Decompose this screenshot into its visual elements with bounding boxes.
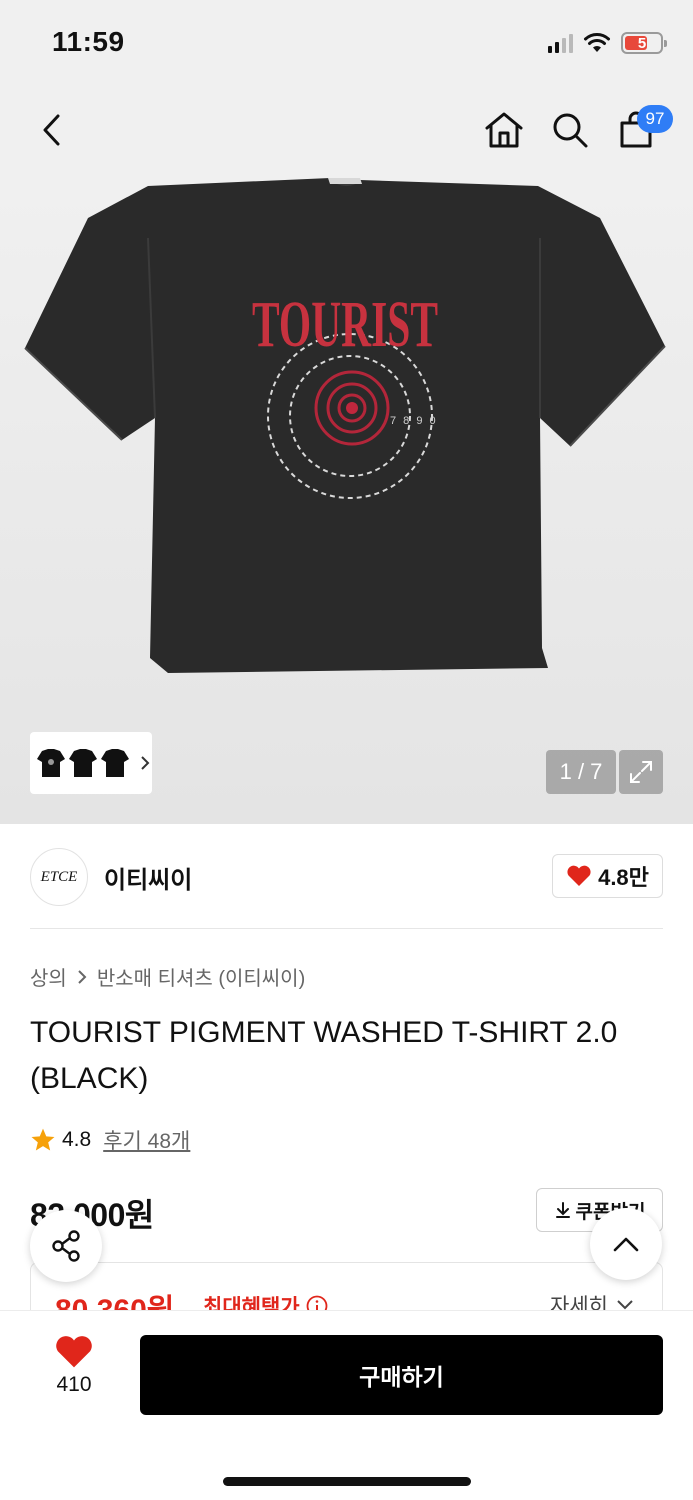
wifi-icon (584, 33, 610, 52)
target-digits-text: 7 8 9 0 (390, 415, 438, 427)
bottom-action-bar: 410 구매하기 (0, 1310, 693, 1500)
battery-icon: 5 (621, 32, 667, 54)
thumbnail-strip[interactable] (30, 732, 152, 794)
chevron-up-icon (613, 1237, 639, 1252)
search-icon (553, 113, 588, 148)
product-image-gallery[interactable]: TOURIST 7 8 9 0 (0, 178, 693, 824)
back-button[interactable] (28, 106, 76, 154)
home-icon (485, 112, 523, 148)
expand-image-button[interactable] (619, 750, 663, 794)
scroll-to-top-button[interactable] (590, 1208, 662, 1280)
cellular-signal-icon (548, 33, 573, 53)
chevron-right-icon (141, 756, 150, 770)
brand-row: ETCE 이티씨이 4.8만 (30, 846, 663, 906)
wishlist-button[interactable]: 410 (44, 1335, 104, 1397)
rating-row: 4.8 후기 48개 (30, 1125, 190, 1155)
chevron-left-icon (43, 114, 60, 146)
brand-name[interactable]: 이티씨이 (104, 860, 192, 895)
home-indicator (223, 1477, 471, 1486)
expand-icon (630, 761, 652, 783)
search-button[interactable] (546, 106, 594, 154)
heart-icon (567, 865, 591, 886)
product-image: TOURIST 7 8 9 0 (24, 178, 666, 673)
share-button[interactable] (30, 1210, 102, 1282)
divider (30, 928, 663, 929)
share-icon (52, 1230, 80, 1262)
brand-like-button[interactable]: 4.8만 (552, 854, 663, 898)
thumbnail-shirt-side (101, 749, 129, 777)
wishlist-count: 410 (56, 1373, 92, 1396)
status-time: 11:59 (52, 26, 125, 57)
heart-icon (56, 1336, 92, 1368)
status-icons: 5 (548, 30, 667, 56)
battery-level: 5 (637, 34, 647, 52)
breadcrumb-category[interactable]: 상의 (30, 962, 67, 991)
breadcrumb-subcategory[interactable]: 반소매 티셔츠 (이티씨이) (97, 962, 305, 991)
top-navigation (0, 86, 693, 178)
chevron-right-icon (78, 969, 87, 984)
download-icon (555, 1202, 570, 1218)
brand-logo[interactable]: ETCE (30, 848, 88, 906)
breadcrumb: 상의 반소매 티셔츠 (이티씨이) (30, 962, 305, 991)
thumbnail-shirt-back (69, 749, 97, 777)
cart-count-badge: 97 (637, 105, 673, 133)
buy-button[interactable]: 구매하기 (140, 1335, 663, 1415)
rating-value: 4.8 (62, 1128, 92, 1151)
product-title: TOURIST PIGMENT WASHED T-SHIRT 2.0 (BLAC… (30, 1016, 618, 1095)
image-counter: 1 / 7 (546, 750, 616, 794)
shirt-print-text: TOURIST (252, 288, 438, 361)
status-bar: 11:59 5 (0, 0, 693, 86)
star-icon (31, 1128, 55, 1151)
thumbnail-shirt-front (37, 749, 65, 777)
reviews-link[interactable]: 후기 48개 (103, 1125, 190, 1155)
home-button[interactable] (480, 106, 528, 154)
brand-like-count: 4.8만 (598, 865, 649, 890)
